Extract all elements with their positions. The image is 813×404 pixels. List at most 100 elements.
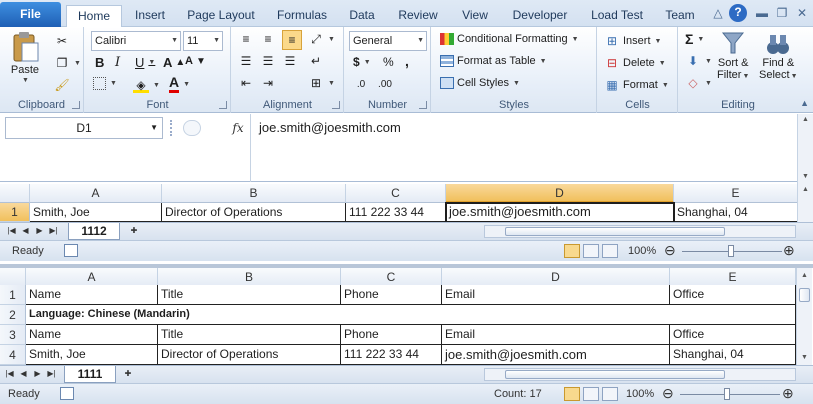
cell[interactable]: Director of Operations	[162, 203, 346, 222]
page-layout-view-button[interactable]	[583, 387, 599, 401]
font-name-combo[interactable]: Calibri ▼	[91, 31, 181, 51]
cell[interactable]: Shanghai, 04	[674, 203, 798, 222]
cell[interactable]: Smith, Joe	[26, 345, 158, 365]
next-sheet-icon[interactable]: ▶	[34, 225, 45, 237]
cell-styles-button[interactable]: Cell Styles ▼	[440, 77, 520, 89]
percent-button[interactable]: %	[383, 55, 394, 69]
cell[interactable]: Office	[670, 285, 796, 305]
cell[interactable]: 111 222 33 44	[341, 345, 442, 365]
zoom-slider-track[interactable]	[680, 394, 780, 395]
comma-button[interactable]: ,	[405, 53, 409, 69]
tab-insert[interactable]: Insert	[128, 5, 172, 27]
borders-button[interactable]: ▼	[93, 77, 117, 90]
zoom-level[interactable]: 100%	[626, 388, 654, 400]
font-color-button[interactable]: A ▼	[169, 75, 190, 93]
page-break-view-button[interactable]	[602, 244, 618, 258]
autosum-button[interactable]: Σ ▼	[685, 31, 704, 47]
minimize-ribbon-icon[interactable]: △	[710, 5, 726, 21]
format-painter-button[interactable]: 🖌	[54, 77, 70, 93]
column-header-selected[interactable]: D	[446, 184, 674, 203]
cut-button[interactable]: ✂	[54, 33, 70, 49]
row-header[interactable]: 2	[0, 305, 26, 325]
orientation-button[interactable]: ⤢ ▼	[308, 31, 335, 47]
bottom-scroll-thumb[interactable]	[505, 370, 725, 379]
cell[interactable]: Name	[26, 285, 158, 305]
formula-bar-splitter[interactable]	[170, 120, 180, 136]
row-header[interactable]: 1	[0, 285, 26, 305]
sort-filter-button[interactable]: Sort & Filter▼	[717, 31, 749, 81]
conditional-formatting-button[interactable]: Conditional Formatting ▼	[440, 33, 579, 45]
normal-view-button[interactable]	[564, 387, 580, 401]
shrink-font-button[interactable]: A ▼	[185, 55, 206, 67]
grow-font-button[interactable]: A ▲	[163, 55, 185, 70]
cell[interactable]: Shanghai, 04	[670, 345, 796, 365]
vertical-scroll-thumb[interactable]	[799, 288, 810, 302]
cell[interactable]: Director of Operations	[158, 345, 341, 365]
font-size-combo[interactable]: 11 ▼	[183, 31, 223, 51]
formula-input[interactable]: joe.smith@joesmith.com	[250, 114, 795, 182]
bottom-horizontal-scrollbar[interactable]	[484, 368, 796, 381]
ribbon-collapse-icon[interactable]: ▲	[800, 98, 809, 108]
last-sheet-icon[interactable]: ▶|	[46, 368, 57, 380]
merge-center-button[interactable]: ⊞ ▼	[308, 75, 335, 91]
window-close-icon[interactable]: ✕	[794, 5, 810, 21]
zoom-in-icon[interactable]: ⊕	[782, 385, 794, 402]
font-launcher-icon[interactable]	[219, 101, 227, 109]
page-break-view-button[interactable]	[602, 387, 618, 401]
increase-decimal-button[interactable]: .0	[353, 77, 369, 93]
zoom-out-icon[interactable]: ⊖	[664, 242, 676, 259]
cell[interactable]: Email	[442, 285, 670, 305]
column-header[interactable]: E	[674, 184, 798, 203]
formula-scroll-down-icon[interactable]: ▼	[798, 173, 813, 180]
formula-bar-scroll[interactable]: ▲ ▼	[797, 114, 813, 182]
column-header[interactable]: C	[346, 184, 446, 203]
macro-record-icon[interactable]	[64, 244, 78, 257]
cell[interactable]: Name	[26, 325, 158, 345]
cell[interactable]: Title	[158, 285, 341, 305]
scroll-up-icon[interactable]: ▲	[798, 186, 813, 193]
insert-sheet-icon[interactable]: ✚	[126, 225, 142, 237]
decrease-indent-button[interactable]: ⇤	[238, 75, 254, 91]
cell[interactable]: 111 222 33 44	[346, 203, 446, 222]
alignment-launcher-icon[interactable]	[332, 101, 340, 109]
zoom-slider-thumb[interactable]	[724, 388, 730, 400]
name-box[interactable]: D1 ▼	[5, 117, 163, 139]
next-sheet-icon[interactable]: ▶	[32, 368, 43, 380]
copy-button[interactable]: ❐ ▼	[54, 55, 81, 71]
underline-button[interactable]: U ▼	[135, 55, 155, 70]
tab-team[interactable]: Team	[660, 5, 700, 27]
align-left-button[interactable]: ☰	[238, 53, 254, 69]
cell[interactable]: Office	[670, 325, 796, 345]
first-sheet-icon[interactable]: |◀	[6, 225, 17, 237]
format-as-table-button[interactable]: Format as Table ▼	[440, 55, 547, 67]
paste-button[interactable]: Paste ▼	[10, 31, 40, 84]
insert-cells-button[interactable]: ⊞ Insert ▼	[604, 33, 661, 49]
currency-button[interactable]: $ ▼	[353, 55, 371, 69]
cell[interactable]: joe.smith@joesmith.com	[442, 345, 670, 365]
zoom-slider-thumb[interactable]	[728, 245, 734, 257]
align-top-button[interactable]: ≡	[238, 31, 254, 47]
fill-button[interactable]: ⬇ ▼	[685, 53, 712, 69]
tab-developer[interactable]: Developer	[506, 5, 574, 27]
top-horizontal-scrollbar[interactable]	[484, 225, 796, 238]
row-header[interactable]: 3	[0, 325, 26, 345]
insert-sheet-icon[interactable]: ✚	[120, 368, 136, 380]
tab-file[interactable]: File	[0, 2, 61, 27]
clear-button[interactable]: ◇ ▼	[685, 75, 712, 91]
merged-language-cell[interactable]: Language: Chinese (Mandarin)	[26, 305, 796, 325]
first-sheet-icon[interactable]: |◀	[4, 368, 15, 380]
column-header[interactable]: B	[162, 184, 346, 203]
zoom-level[interactable]: 100%	[628, 245, 656, 257]
window-restore-icon[interactable]: ❐	[774, 5, 790, 21]
cell[interactable]: Smith, Joe	[30, 203, 162, 222]
find-select-button[interactable]: Find & Select▼	[759, 31, 798, 81]
row-header-selected[interactable]: 1	[0, 203, 30, 222]
decrease-decimal-button[interactable]: .00	[377, 77, 393, 93]
delete-cells-button[interactable]: ⊟ Delete ▼	[604, 55, 666, 71]
increase-indent-button[interactable]: ⇥	[260, 75, 276, 91]
fill-color-button[interactable]: ◈ ▼	[133, 77, 160, 93]
align-middle-button[interactable]: ≡	[260, 31, 276, 47]
cell[interactable]: Email	[442, 325, 670, 345]
align-center-button[interactable]: ☰	[260, 53, 276, 69]
top-scroll-thumb[interactable]	[505, 227, 725, 236]
